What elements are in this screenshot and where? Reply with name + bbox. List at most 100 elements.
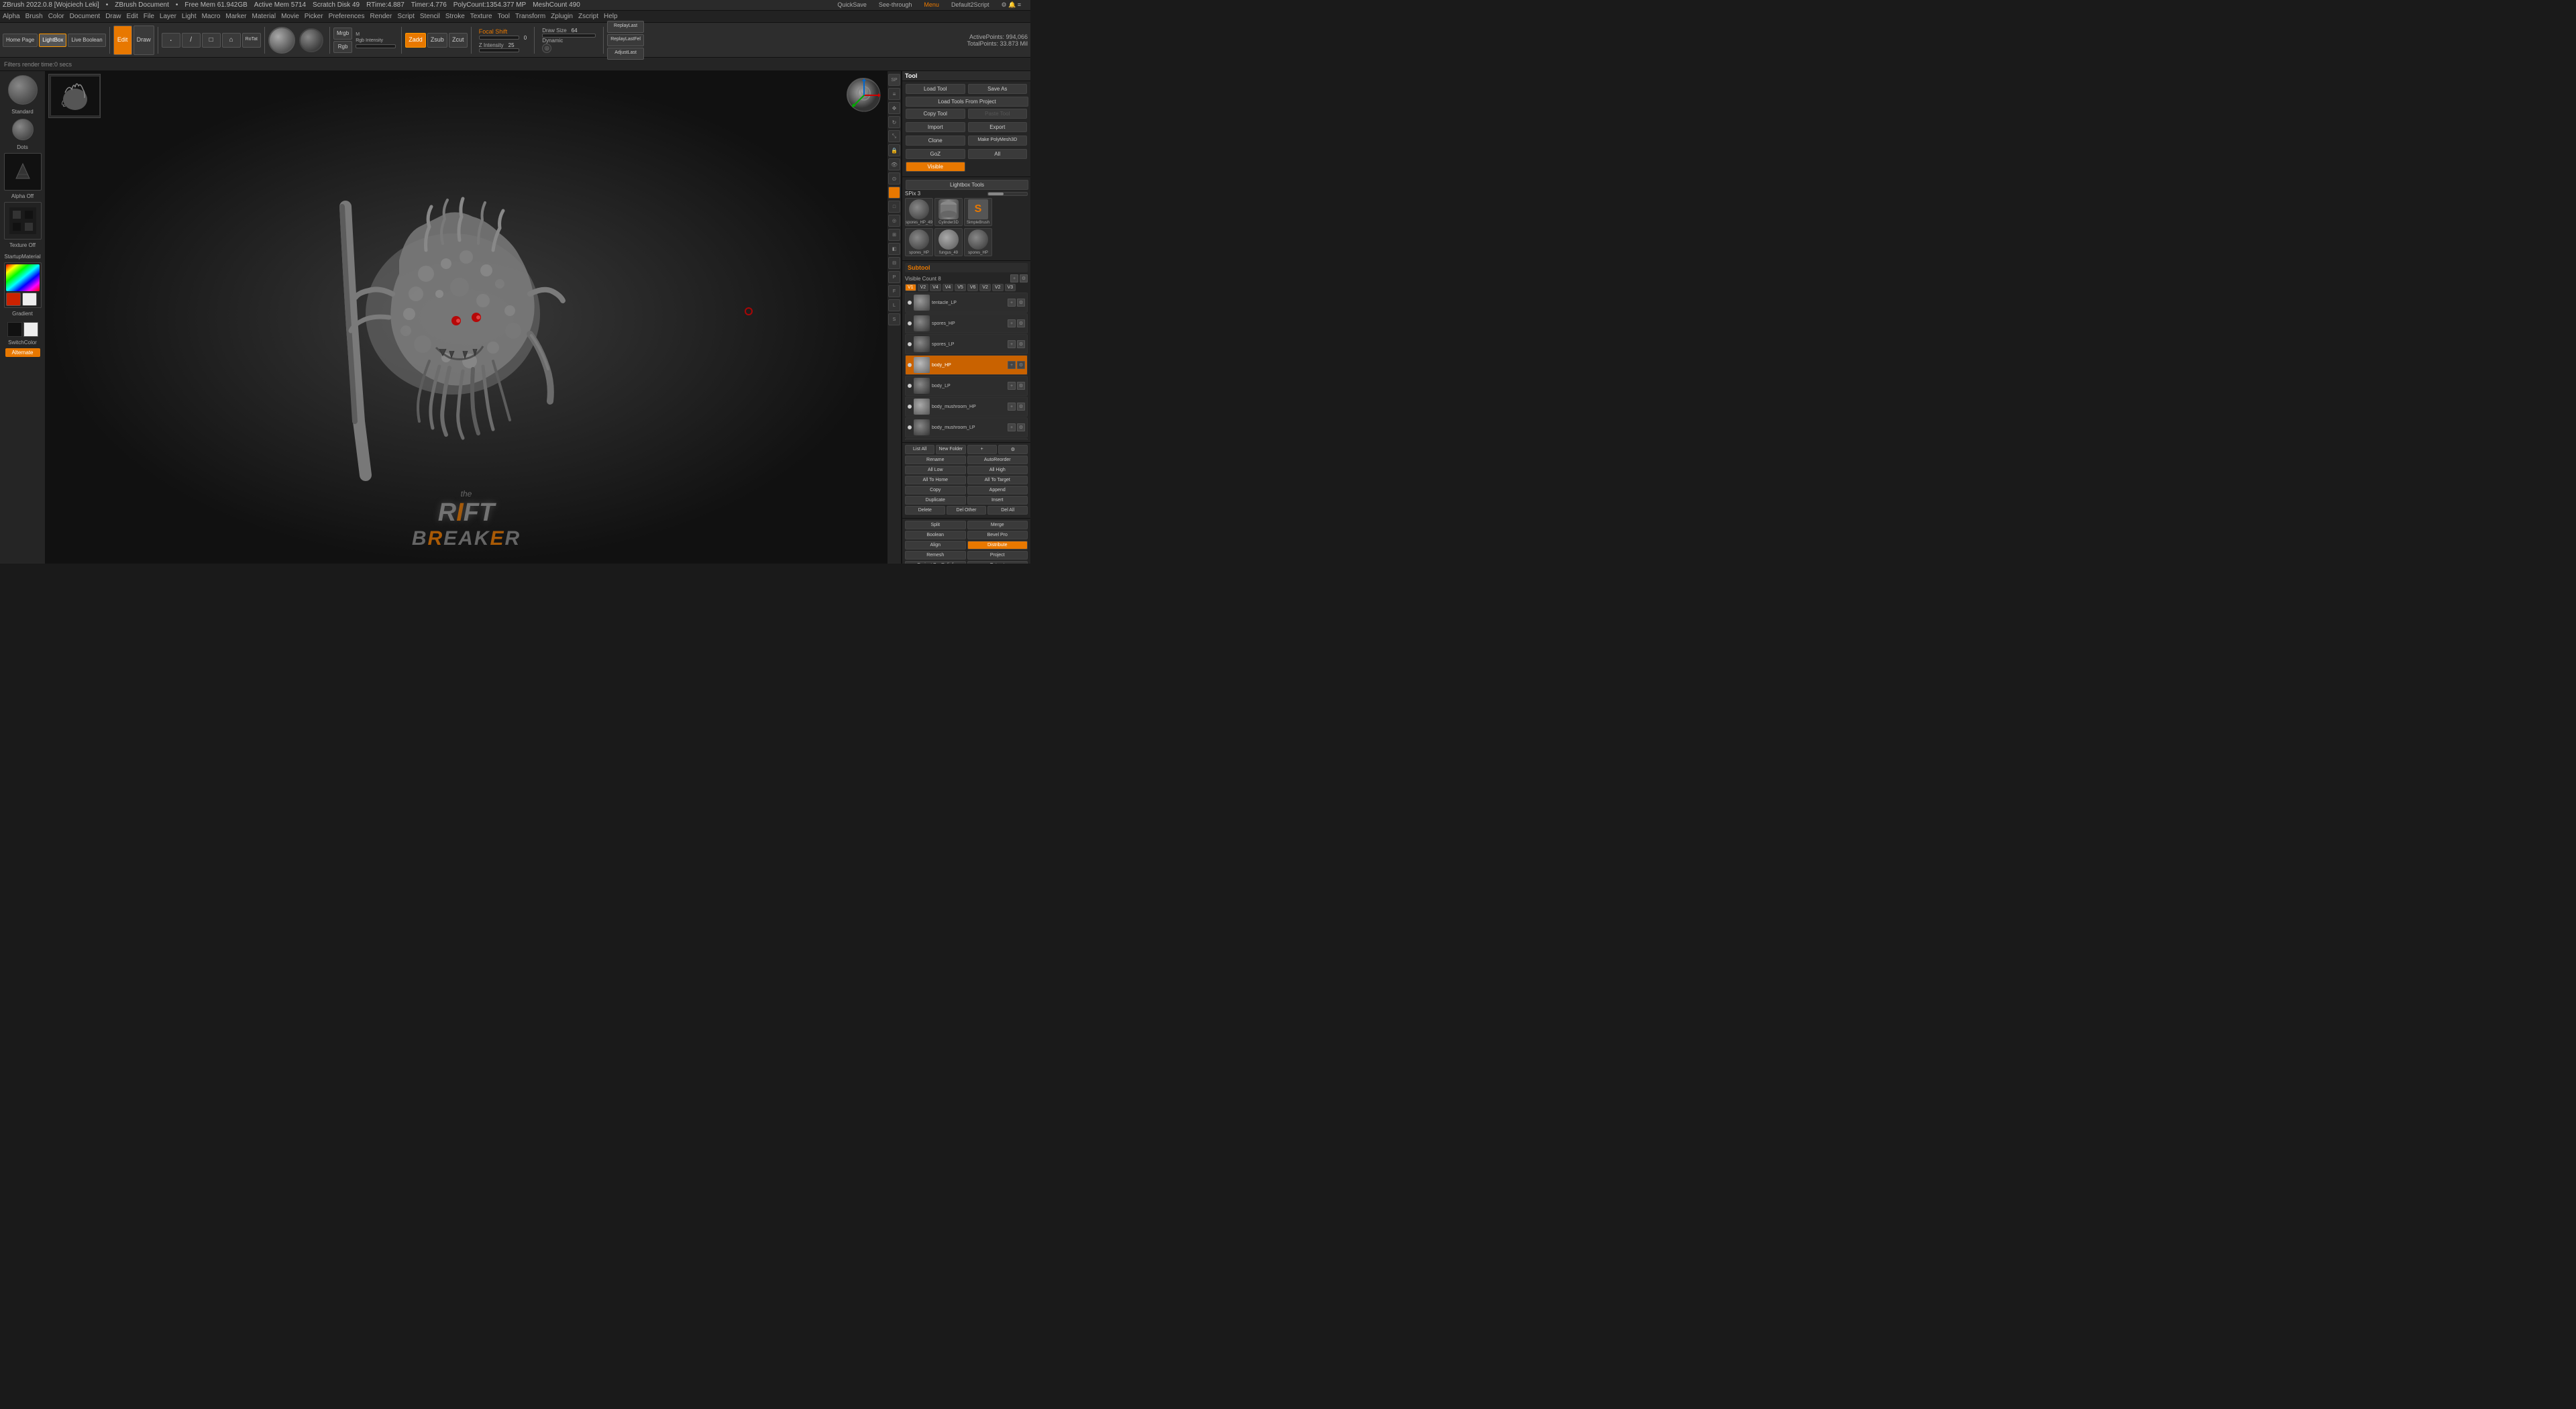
side-icon-rotate[interactable]: ↻ <box>888 116 900 128</box>
menu-picker[interactable]: Picker <box>305 13 323 20</box>
dynamic-toggle[interactable]: ◎ <box>542 44 551 53</box>
side-icon-lock[interactable]: 🔒 <box>888 144 900 156</box>
subtool-action-body-lp-add[interactable]: + <box>1008 382 1016 390</box>
brush-thumb-cylinder3d[interactable]: Cylinder3D <box>934 198 963 226</box>
subtool-action-spores-lp-add[interactable]: + <box>1008 340 1016 348</box>
subtool-settings-btn[interactable]: ⚙ <box>1020 274 1028 282</box>
dots-sphere[interactable] <box>12 119 34 140</box>
distribute-btn[interactable]: Distribute <box>967 541 1028 550</box>
split-btn[interactable]: Split <box>905 521 966 529</box>
clone-btn[interactable]: Clone <box>906 136 965 146</box>
material-standard-sphere[interactable] <box>8 75 38 105</box>
menu-movie[interactable]: Movie <box>281 13 299 20</box>
menu-zscript[interactable]: Zscript <box>578 13 598 20</box>
vis-tab-v2b[interactable]: V2 <box>979 284 991 291</box>
brush-thumb-spores-hp-49[interactable]: spores_HP_49 <box>905 198 933 226</box>
auto-reorder-btn[interactable]: AutoReorder <box>967 456 1028 464</box>
lightbox-tools-btn[interactable]: Lightbox Tools <box>906 180 1028 190</box>
subtool-mushrooms-hp[interactable]: mushrooms_HP + ⚙ <box>905 438 1028 440</box>
rgb-intensity-slider[interactable] <box>356 44 396 48</box>
white-swatch[interactable] <box>23 322 38 337</box>
save-as-btn[interactable]: Save As <box>968 84 1028 94</box>
menu-transform[interactable]: Transform <box>515 13 545 20</box>
rename-btn[interactable]: Rename <box>905 456 966 464</box>
side-icon-solo[interactable]: ◎ <box>888 215 900 227</box>
vis-tab-v1[interactable]: V1 <box>905 284 916 291</box>
menu-layer[interactable]: Layer <box>160 13 176 20</box>
menu-stroke[interactable]: Stroke <box>445 13 465 20</box>
menu-color[interactable]: Color <box>48 13 64 20</box>
brush-thumb-spores-hp[interactable]: spores_HP <box>905 228 933 256</box>
copy-tool-btn[interactable]: Copy Tool <box>906 109 965 119</box>
remesh-btn[interactable]: Remesh <box>905 551 966 560</box>
subtool-action-bmlp-gear[interactable]: ⚙ <box>1017 423 1025 431</box>
all-to-home-btn[interactable]: All To Home <box>905 476 966 484</box>
append-btn[interactable]: Append <box>967 486 1028 494</box>
subtool-action-body-hp-add[interactable]: + <box>1008 361 1016 369</box>
draw-dot-btn[interactable]: · <box>162 33 180 48</box>
menu-draw[interactable]: Draw <box>105 13 121 20</box>
side-icon-spix[interactable]: SP <box>888 74 900 86</box>
menu-alpha[interactable]: Alpha <box>3 13 20 20</box>
subtool-action-spores-hp-gear[interactable]: ⚙ <box>1017 319 1025 327</box>
menu-macro[interactable]: Macro <box>202 13 221 20</box>
del-other-btn[interactable]: Del Other <box>947 506 987 515</box>
alternate-btn[interactable]: Alternate <box>5 348 40 357</box>
vis-tab-v2[interactable]: V2 <box>918 284 929 291</box>
menu-stencil[interactable]: Stencil <box>420 13 440 20</box>
rotate-btn[interactable]: RoTat <box>242 33 261 48</box>
load-tool-btn[interactable]: Load Tool <box>906 84 965 94</box>
vis-tab-v4[interactable]: V4 <box>930 284 941 291</box>
side-icon-frame[interactable]: □ <box>888 201 900 213</box>
subtool-action-bmhp-add[interactable]: + <box>1008 403 1016 411</box>
menu-help[interactable]: Help <box>604 13 618 20</box>
side-icon-layer[interactable]: ≡ <box>888 88 900 100</box>
edit-btn[interactable]: Edit <box>113 25 132 55</box>
merge-btn[interactable]: Merge <box>967 521 1028 529</box>
all-btn[interactable]: All <box>968 149 1028 159</box>
mrgb-btn[interactable]: Mrgb <box>333 28 352 40</box>
menu-material[interactable]: Material <box>252 13 276 20</box>
sp-slider[interactable] <box>987 192 1028 196</box>
make-polymesh-btn[interactable]: Make PolyMesh3D <box>968 136 1028 146</box>
side-icon-local[interactable]: L <box>888 299 900 311</box>
menu-render[interactable]: Render <box>370 13 392 20</box>
color-gradient[interactable] <box>6 264 40 291</box>
visible-btn[interactable]: Visible <box>906 162 965 172</box>
menu-brush[interactable]: Brush <box>25 13 43 20</box>
menu-script[interactable]: Script <box>397 13 415 20</box>
paste-tool-btn[interactable]: Paste Tool <box>968 109 1028 119</box>
all-low-btn[interactable]: All Low <box>905 466 966 474</box>
compass-sphere[interactable] <box>847 78 880 111</box>
subtool-spores-hp[interactable]: spores_HP + ⚙ <box>905 313 1028 333</box>
menu-edit[interactable]: Edit <box>127 13 138 20</box>
subtool-tentacle-lp[interactable]: tentacle_LP + ⚙ <box>905 293 1028 313</box>
home-page-btn[interactable]: Home Page <box>3 34 38 47</box>
import-btn[interactable]: Import <box>906 122 965 132</box>
background-color[interactable] <box>22 293 37 306</box>
vis-tab-v4b[interactable]: V4 <box>943 284 954 291</box>
subtool-action-spores-lp-gear[interactable]: ⚙ <box>1017 340 1025 348</box>
subtool-add-btn[interactable]: + <box>1010 274 1018 282</box>
lightbox-btn[interactable]: LightBox <box>39 34 66 47</box>
side-icon-grid[interactable]: ⊟ <box>888 257 900 269</box>
subtool-spores-lp[interactable]: spores_LP + ⚙ <box>905 334 1028 354</box>
subtool-body-mushroom-hp[interactable]: body_mushroom_HP + ⚙ <box>905 397 1028 417</box>
see-through[interactable]: See-through <box>879 1 912 9</box>
side-icon-sym[interactable]: ⊞ <box>888 229 900 241</box>
side-icon-eye[interactable]: 👁 <box>888 158 900 170</box>
project-btn[interactable]: Project <box>967 551 1028 560</box>
menu-file[interactable]: File <box>144 13 154 20</box>
menu-zplugin[interactable]: Zplugin <box>551 13 573 20</box>
brush-thumb-preview[interactable] <box>50 76 100 116</box>
menu-light[interactable]: Light <box>182 13 197 20</box>
brush-thumb-spores-hp2[interactable]: spores_HP <box>964 228 992 256</box>
brush-preview-sphere[interactable] <box>268 27 295 54</box>
del-all-btn[interactable]: Del All <box>987 506 1028 515</box>
brush-thumb-simple[interactable]: S SimpleBrush <box>964 198 992 226</box>
default2script[interactable]: Default2Script <box>951 1 989 9</box>
boolean-btn[interactable]: Boolean <box>905 531 966 539</box>
replay-last-btn[interactable]: ReplayLast <box>607 21 644 33</box>
subtool-action-body-hp-gear[interactable]: ⚙ <box>1017 361 1025 369</box>
subtool-action-tentacle-add[interactable]: + <box>1008 299 1016 307</box>
